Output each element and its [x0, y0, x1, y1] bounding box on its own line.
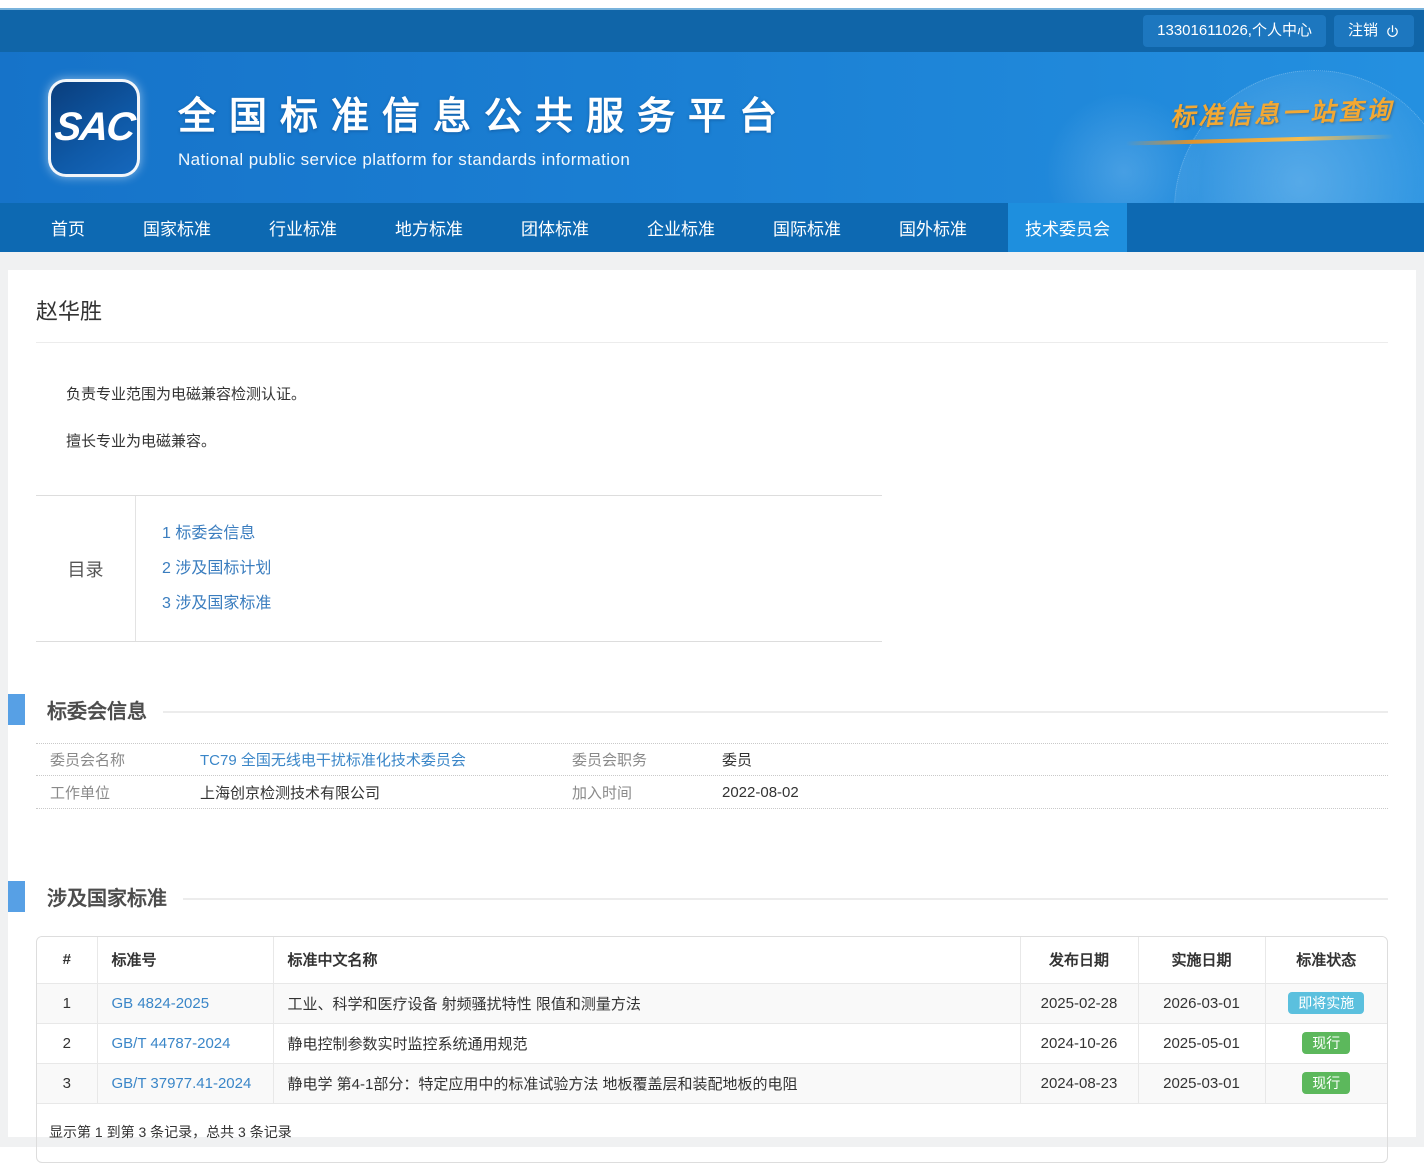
committee-role-value: 委员 — [722, 749, 1388, 770]
status-badge: 现行 — [1302, 1072, 1350, 1094]
slogan-text: 标准信息一站查询 — [1169, 90, 1394, 134]
content-panel: 赵华胜 负责专业范围为电磁兼容检测认证。 擅长专业为电磁兼容。 目录 1 标委会… — [8, 270, 1416, 1137]
toc-label-cell: 目录 — [36, 496, 136, 641]
row-index: 2 — [37, 1023, 97, 1063]
nav-item-group-standards[interactable]: 团体标准 — [504, 203, 606, 252]
nav-item-enterprise-standards[interactable]: 企业标准 — [630, 203, 732, 252]
standards-table: # 标准号 标准中文名称 发布日期 实施日期 标准状态 1 GB 4824-20… — [37, 937, 1387, 1104]
sac-logo-text: SAC — [52, 105, 135, 150]
site-header: SAC 全国标准信息公共服务平台 National public service… — [0, 52, 1424, 203]
section-header-national-standards: 涉及国家标准 — [8, 881, 1388, 912]
publish-date: 2025-02-28 — [1020, 983, 1138, 1023]
slogan-block: 标准信息一站查询 — [1126, 94, 1394, 142]
top-user-bar: 13301611026,个人中心 注销 — [0, 8, 1424, 52]
main-nav: 首页 国家标准 行业标准 地方标准 团体标准 企业标准 国际标准 国外标准 技术… — [0, 203, 1424, 252]
site-title: 全国标准信息公共服务平台 — [178, 85, 790, 140]
profile-paragraph: 擅长专业为电磁兼容。 — [36, 430, 1388, 451]
nav-item-international-standards[interactable]: 国际标准 — [756, 203, 858, 252]
nav-item-local-standards[interactable]: 地方标准 — [378, 203, 480, 252]
committee-name-link[interactable]: TC79 全国无线电干扰标准化技术委员会 — [200, 749, 572, 770]
section-marker — [8, 694, 25, 725]
slogan-underline — [1126, 134, 1394, 145]
table-row: 3 GB/T 37977.41-2024 静电学 第4-1部分：特定应用中的标准… — [37, 1063, 1387, 1103]
column-header-impl-date: 实施日期 — [1138, 937, 1265, 983]
implement-date: 2026-03-01 — [1138, 983, 1265, 1023]
section-header-committee-info: 标委会信息 — [8, 694, 1388, 725]
nav-item-industry-standards[interactable]: 行业标准 — [252, 203, 354, 252]
join-time-label: 加入时间 — [572, 782, 722, 803]
site-subtitle: National public service platform for sta… — [178, 150, 790, 170]
toc-link-national-plans[interactable]: 2 涉及国标计划 — [162, 551, 271, 586]
column-header-status: 标准状态 — [1265, 937, 1387, 983]
row-index: 3 — [37, 1063, 97, 1103]
standard-name: 静电学 第4-1部分：特定应用中的标准试验方法 地板覆盖层和装配地板的电阻 — [273, 1063, 1020, 1103]
top-margin — [0, 0, 1424, 8]
standards-table-header-row: # 标准号 标准中文名称 发布日期 实施日期 标准状态 — [37, 937, 1387, 983]
nav-item-national-standards[interactable]: 国家标准 — [126, 203, 228, 252]
nav-item-technical-committee[interactable]: 技术委员会 — [1008, 203, 1127, 252]
standard-name: 工业、科学和医疗设备 射频骚扰特性 限值和测量方法 — [273, 983, 1020, 1023]
records-summary: 显示第 1 到第 3 条记录，总共 3 条记录 — [37, 1104, 1387, 1162]
implement-date: 2025-03-01 — [1138, 1063, 1265, 1103]
work-unit-label: 工作单位 — [50, 782, 200, 803]
power-icon — [1385, 24, 1400, 39]
work-unit-value: 上海创京检测技术有限公司 — [200, 782, 572, 803]
committee-info-row: 委员会名称 TC79 全国无线电干扰标准化技术委员会 委员会职务 委员 — [36, 743, 1388, 776]
table-row: 1 GB 4824-2025 工业、科学和医疗设备 射频骚扰特性 限值和测量方法… — [37, 983, 1387, 1023]
standards-table-container: # 标准号 标准中文名称 发布日期 实施日期 标准状态 1 GB 4824-20… — [36, 936, 1388, 1163]
user-center-label: 13301611026,个人中心 — [1157, 15, 1312, 47]
nav-item-foreign-standards[interactable]: 国外标准 — [882, 203, 984, 252]
logout-label: 注销 — [1348, 15, 1378, 47]
standard-code-link[interactable]: GB/T 44787-2024 — [112, 1035, 231, 1052]
standard-code-link[interactable]: GB/T 37977.41-2024 — [112, 1075, 252, 1092]
person-name: 赵华胜 — [36, 294, 1388, 343]
implement-date: 2025-05-01 — [1138, 1023, 1265, 1063]
section-title: 涉及国家标准 — [47, 882, 167, 911]
profile-paragraph: 负责专业范围为电磁兼容检测认证。 — [36, 383, 1388, 404]
standard-name: 静电控制参数实时监控系统通用规范 — [273, 1023, 1020, 1063]
publish-date: 2024-08-23 — [1020, 1063, 1138, 1103]
column-header-index: # — [37, 937, 97, 983]
page-background: 赵华胜 负责专业范围为电磁兼容检测认证。 擅长专业为电磁兼容。 目录 1 标委会… — [0, 252, 1424, 1147]
publish-date: 2024-10-26 — [1020, 1023, 1138, 1063]
logout-button[interactable]: 注销 — [1334, 15, 1414, 47]
section-divider-line — [163, 711, 1388, 713]
toc-link-national-standards[interactable]: 3 涉及国家标准 — [162, 586, 271, 621]
committee-info-row: 工作单位 上海创京检测技术有限公司 加入时间 2022-08-02 — [36, 776, 1388, 809]
committee-role-label: 委员会职务 — [572, 749, 722, 770]
site-title-block: 全国标准信息公共服务平台 National public service pla… — [178, 85, 790, 170]
column-header-name: 标准中文名称 — [273, 937, 1020, 983]
user-center-button[interactable]: 13301611026,个人中心 — [1143, 15, 1326, 47]
status-badge: 即将实施 — [1288, 992, 1364, 1014]
section-marker — [8, 881, 25, 912]
committee-name-label: 委员会名称 — [50, 749, 200, 770]
section-divider-line — [183, 898, 1388, 900]
standard-code-link[interactable]: GB 4824-2025 — [112, 995, 210, 1012]
sac-logo[interactable]: SAC — [48, 79, 140, 177]
table-row: 2 GB/T 44787-2024 静电控制参数实时监控系统通用规范 2024-… — [37, 1023, 1387, 1063]
toc-label: 目录 — [68, 556, 104, 582]
column-header-pub-date: 发布日期 — [1020, 937, 1138, 983]
toc-list: 1 标委会信息 2 涉及国标计划 3 涉及国家标准 — [136, 496, 271, 641]
join-time-value: 2022-08-02 — [722, 784, 1388, 801]
column-header-code: 标准号 — [97, 937, 273, 983]
section-title: 标委会信息 — [47, 695, 147, 724]
toc-link-committee-info[interactable]: 1 标委会信息 — [162, 516, 271, 551]
nav-item-home[interactable]: 首页 — [34, 203, 102, 252]
committee-info-table: 委员会名称 TC79 全国无线电干扰标准化技术委员会 委员会职务 委员 工作单位… — [36, 743, 1388, 809]
toc-box: 目录 1 标委会信息 2 涉及国标计划 3 涉及国家标准 — [36, 495, 882, 642]
row-index: 1 — [37, 983, 97, 1023]
status-badge: 现行 — [1302, 1032, 1350, 1054]
